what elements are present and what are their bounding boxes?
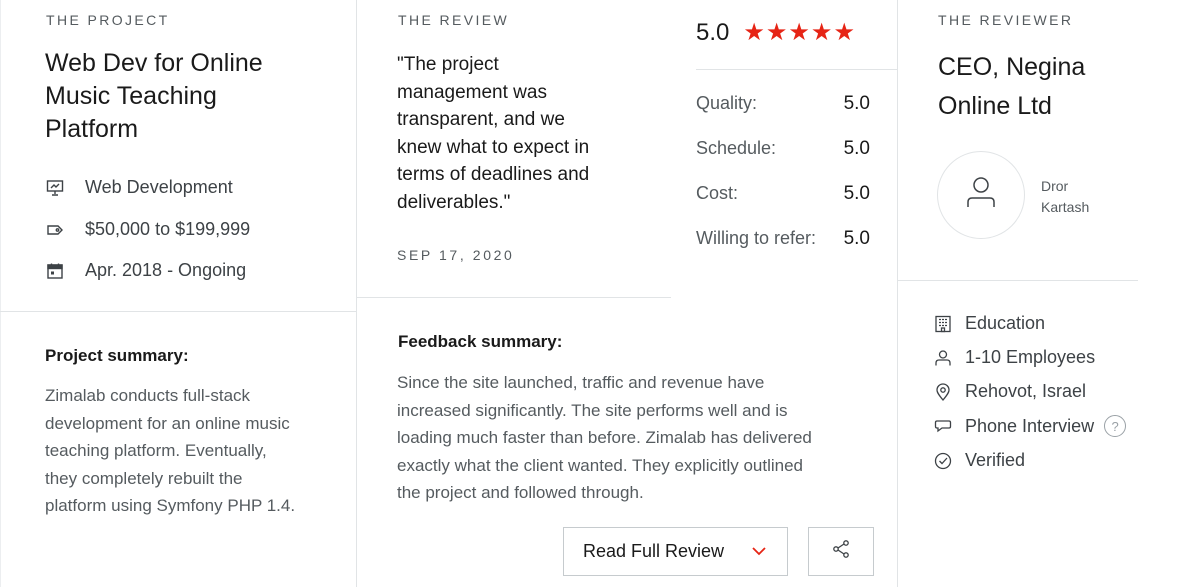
column-divider-2: [897, 0, 898, 587]
review-eyebrow: THE REVIEW: [398, 12, 510, 28]
summary-line: platform using Symfony PHP 1.4.: [45, 496, 296, 515]
reviewer-title: CEO, Negina Online Ltd: [938, 48, 1138, 126]
score-row-cost: Cost: 5.0: [696, 183, 870, 205]
score-value: 5.0: [843, 183, 870, 204]
score-label: Schedule:: [696, 138, 777, 158]
building-icon: [933, 314, 953, 334]
review-quote: "The project management was transparent,…: [397, 51, 637, 216]
summary-line: teaching platform. Eventually,: [45, 441, 267, 460]
verified-row: Verified: [933, 450, 1025, 471]
quote-line: "The project: [397, 54, 499, 75]
quote-line: deliverables.": [397, 191, 511, 213]
avatar: [937, 151, 1025, 239]
score-value: 5.0: [843, 228, 870, 249]
score-label: Willing to refer:: [696, 228, 817, 248]
left-border: [0, 0, 1, 587]
feedback-line: loading much faster than before. Zimalab…: [397, 428, 812, 447]
reviewer-title-line: CEO, Negina: [938, 53, 1086, 81]
user-icon: [960, 172, 1002, 219]
score-label: Quality:: [696, 93, 758, 113]
summary-line: Zimalab conducts full-stack: [45, 386, 251, 405]
calendar-icon: [46, 262, 64, 280]
dates-label: Apr. 2018 - Ongoing: [85, 260, 247, 280]
speech-bubble-icon: [933, 416, 953, 436]
dates-row: Apr. 2018 - Ongoing: [46, 260, 246, 281]
quote-line: terms of deadlines and: [397, 164, 590, 185]
budget-row: $50,000 to $199,999: [46, 219, 250, 240]
project-title-line: Web Dev for Online: [45, 49, 263, 77]
chevron-down-icon: [751, 543, 767, 564]
location-pin-icon: [933, 382, 953, 402]
service-label: Web Development: [85, 177, 233, 197]
presentation-icon: [46, 179, 64, 197]
reviewer-section-divider: [898, 280, 1138, 281]
reviewer-name: Dror Kartash: [1041, 176, 1111, 218]
score-row-schedule: Schedule: 5.0: [696, 138, 870, 160]
summary-line: development for an online music: [45, 413, 290, 433]
score-value: 5.0: [843, 93, 870, 114]
company-size-label: 1-10 Employees: [965, 347, 1096, 367]
reviewer-name-line: Dror: [1041, 178, 1069, 194]
company-size-row: 1-10 Employees: [933, 347, 1095, 368]
overall-rating: 5.0 ★★★★★: [696, 18, 856, 47]
score-row-quality: Quality: 5.0: [696, 93, 870, 115]
project-summary-text: Zimalab conducts full-stack development …: [45, 382, 350, 520]
person-icon: [933, 348, 953, 368]
feedback-line: Since the site launched, traffic and rev…: [397, 373, 765, 392]
column-divider-1: [356, 0, 357, 587]
feedback-summary-text: Since the site launched, traffic and rev…: [397, 369, 877, 507]
feedback-line: increased significantly. The site perfor…: [397, 400, 788, 420]
quote-line: knew what to expect in: [397, 136, 590, 158]
share-icon: [831, 539, 851, 564]
review-type-row: Phone Interview ?: [933, 415, 1127, 437]
share-button[interactable]: [808, 527, 874, 576]
reviewer-eyebrow: THE REVIEWER: [938, 12, 1074, 28]
check-circle-icon: [933, 451, 953, 471]
quote-line: transparent, and we: [397, 109, 565, 130]
review-type-label: Phone Interview: [965, 415, 1095, 436]
budget-label: $50,000 to $199,999: [85, 219, 251, 239]
feedback-line: the project and followed through.: [397, 483, 644, 502]
star-rating-icon: ★★★★★: [743, 19, 856, 46]
score-value: 5.0: [843, 138, 870, 159]
price-tag-icon: [46, 221, 64, 239]
industry-row: Education: [933, 313, 1045, 334]
project-section-divider: [0, 311, 356, 312]
review-date: SEP 17, 2020: [397, 247, 515, 263]
location-label: Rehovot, Israel: [965, 381, 1087, 401]
project-title: Web Dev for Online Music Teaching Platfo…: [45, 47, 345, 146]
score-row-refer: Willing to refer: 5.0: [696, 228, 870, 250]
rating-section-divider: [696, 69, 897, 70]
industry-label: Education: [965, 313, 1046, 333]
location-row: Rehovot, Israel: [933, 381, 1086, 402]
project-title-line: Platform: [45, 115, 139, 143]
help-icon[interactable]: ?: [1104, 415, 1127, 437]
review-section-divider: [357, 297, 671, 298]
project-summary-heading: Project summary:: [45, 346, 189, 365]
reviewer-name-line: Kartash: [1041, 199, 1090, 215]
feedback-summary-heading: Feedback summary:: [398, 332, 563, 351]
score-label: Cost:: [696, 183, 739, 203]
project-eyebrow: THE PROJECT: [46, 12, 170, 28]
summary-line: they completely rebuilt the: [45, 468, 243, 488]
read-full-review-label: Read Full Review: [583, 541, 725, 561]
verified-label: Verified: [965, 450, 1026, 470]
project-title-line: Music Teaching: [45, 82, 217, 110]
service-row: Web Development: [46, 177, 233, 198]
reviewer-title-line: Online Ltd: [938, 92, 1052, 120]
read-full-review-button[interactable]: Read Full Review: [563, 527, 788, 576]
overall-rating-value: 5.0: [696, 18, 730, 46]
feedback-line: exactly what the client wanted. They exp…: [397, 455, 804, 475]
quote-line: management was: [397, 81, 547, 103]
